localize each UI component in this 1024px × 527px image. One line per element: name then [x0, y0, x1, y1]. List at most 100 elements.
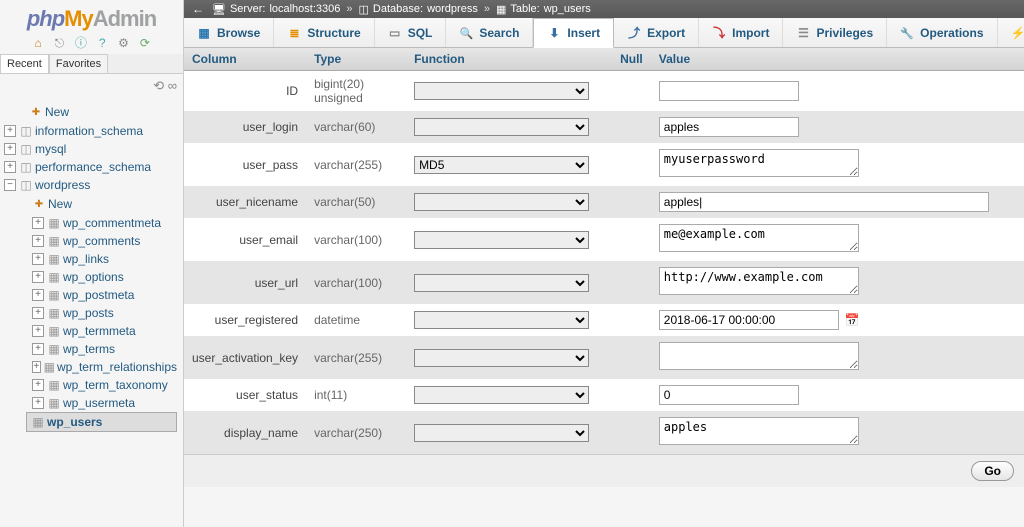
value-input[interactable] [659, 81, 799, 101]
tab-structure[interactable]: Structure [274, 18, 374, 47]
tab-insert[interactable]: Insert [533, 18, 614, 48]
table-icon [47, 322, 61, 340]
expand-icon[interactable] [32, 289, 44, 301]
collapse-icon[interactable]: ∞ [168, 78, 177, 93]
field-name: user_activation_key [184, 336, 306, 379]
tree-db-wordpress[interactable]: wordpress [35, 176, 90, 194]
expand-icon[interactable] [32, 253, 44, 265]
expand-icon[interactable] [32, 361, 41, 373]
main-tabs: BrowseStructureSQLSearchInsertExportImpo… [184, 18, 1024, 48]
value-input[interactable] [659, 385, 799, 405]
docs-icon[interactable] [73, 36, 89, 50]
sidebar-quick-icons [0, 34, 183, 54]
th-function[interactable]: Function [406, 48, 612, 71]
th-column: Column [184, 48, 306, 71]
expand-icon[interactable] [4, 161, 16, 173]
breadcrumb-table[interactable]: wp_users [544, 3, 591, 15]
export-icon [627, 24, 641, 41]
database-icon: ◫ [359, 3, 369, 16]
tree-table[interactable]: wp_terms [63, 340, 115, 358]
tab-triggers[interactable]: Triggers [998, 18, 1024, 47]
function-select[interactable] [414, 118, 589, 136]
tree-db[interactable]: information_schema [35, 122, 143, 140]
help-icon[interactable] [94, 36, 110, 50]
tree-new-db[interactable]: New [45, 103, 69, 121]
database-icon [19, 122, 33, 140]
expand-icon[interactable] [32, 235, 44, 247]
expand-icon[interactable] [32, 271, 44, 283]
tab-sql[interactable]: SQL [375, 18, 447, 47]
settings-icon[interactable] [116, 36, 132, 50]
function-select[interactable]: MD5 [414, 156, 589, 174]
value-input[interactable]: http://www.example.com [659, 267, 859, 295]
logout-icon[interactable] [51, 36, 67, 50]
tree-table[interactable]: wp_links [63, 250, 109, 268]
expand-icon[interactable] [32, 397, 44, 409]
tree-db[interactable]: mysql [35, 140, 66, 158]
expand-icon[interactable] [4, 125, 16, 137]
value-input[interactable]: myuserpassword [659, 149, 859, 177]
home-icon[interactable] [30, 36, 46, 50]
field-type: varchar(100) [306, 218, 406, 261]
go-button[interactable]: Go [971, 461, 1014, 481]
expand-icon[interactable] [32, 325, 44, 337]
value-input[interactable] [659, 192, 989, 212]
tab-import[interactable]: Import [699, 18, 783, 47]
th-null: Null [612, 48, 651, 71]
tab-browse[interactable]: Browse [184, 18, 274, 47]
function-select[interactable] [414, 231, 589, 249]
tree-table[interactable]: wp_users [47, 413, 102, 431]
database-icon [19, 158, 33, 176]
table-icon [47, 304, 61, 322]
table-icon: ▦ [496, 3, 506, 16]
expand-icon[interactable] [32, 379, 44, 391]
tree-table[interactable]: wp_options [63, 268, 124, 286]
tree-table[interactable]: wp_usermeta [63, 394, 135, 412]
insert-row-ID: IDbigint(20) unsigned [184, 71, 1024, 112]
function-select[interactable] [414, 82, 589, 100]
function-select[interactable] [414, 386, 589, 404]
function-select[interactable] [414, 424, 589, 442]
value-input[interactable]: me@example.com [659, 224, 859, 252]
tab-search[interactable]: Search [446, 18, 533, 47]
logo[interactable]: phpMyAdmin [0, 0, 183, 34]
tab-recent[interactable]: Recent [0, 54, 49, 73]
tree-table[interactable]: wp_commentmeta [63, 214, 161, 232]
tab-export[interactable]: Export [614, 18, 699, 47]
expand-icon[interactable] [32, 343, 44, 355]
table-icon [47, 286, 61, 304]
expand-icon[interactable] [32, 307, 44, 319]
tree-new-table[interactable]: New [48, 195, 72, 213]
link-icon[interactable]: ⟲ [153, 78, 164, 93]
value-input[interactable] [659, 310, 839, 330]
null-cell [612, 218, 651, 261]
tree-table[interactable]: wp_termmeta [63, 322, 136, 340]
breadcrumb-server[interactable]: localhost:3306 [269, 3, 340, 15]
tree-table[interactable]: wp_term_relationships [57, 358, 177, 376]
reload-icon[interactable] [137, 36, 153, 50]
nav-back-icon[interactable]: ← [188, 2, 208, 16]
expand-icon[interactable] [4, 143, 16, 155]
tree-db[interactable]: performance_schema [35, 158, 151, 176]
expand-icon[interactable] [32, 217, 44, 229]
null-cell [612, 304, 651, 336]
calendar-icon[interactable]: 📅 [845, 313, 860, 327]
collapse-icon[interactable] [4, 179, 16, 191]
value-input[interactable] [659, 342, 859, 370]
tab-operations[interactable]: Operations [887, 18, 997, 47]
table-icon [47, 232, 61, 250]
function-select[interactable] [414, 349, 589, 367]
value-input[interactable]: apples [659, 417, 859, 445]
function-select[interactable] [414, 193, 589, 211]
value-input[interactable] [659, 117, 799, 137]
tree-table[interactable]: wp_posts [63, 304, 114, 322]
th-type[interactable]: Type [306, 48, 406, 71]
breadcrumb-database[interactable]: wordpress [427, 3, 478, 15]
function-select[interactable] [414, 274, 589, 292]
tab-favorites[interactable]: Favorites [49, 54, 108, 73]
function-select[interactable] [414, 311, 589, 329]
tree-table[interactable]: wp_postmeta [63, 286, 134, 304]
tree-table[interactable]: wp_term_taxonomy [63, 376, 168, 394]
tab-privileges[interactable]: Privileges [783, 18, 887, 47]
tree-table[interactable]: wp_comments [63, 232, 140, 250]
